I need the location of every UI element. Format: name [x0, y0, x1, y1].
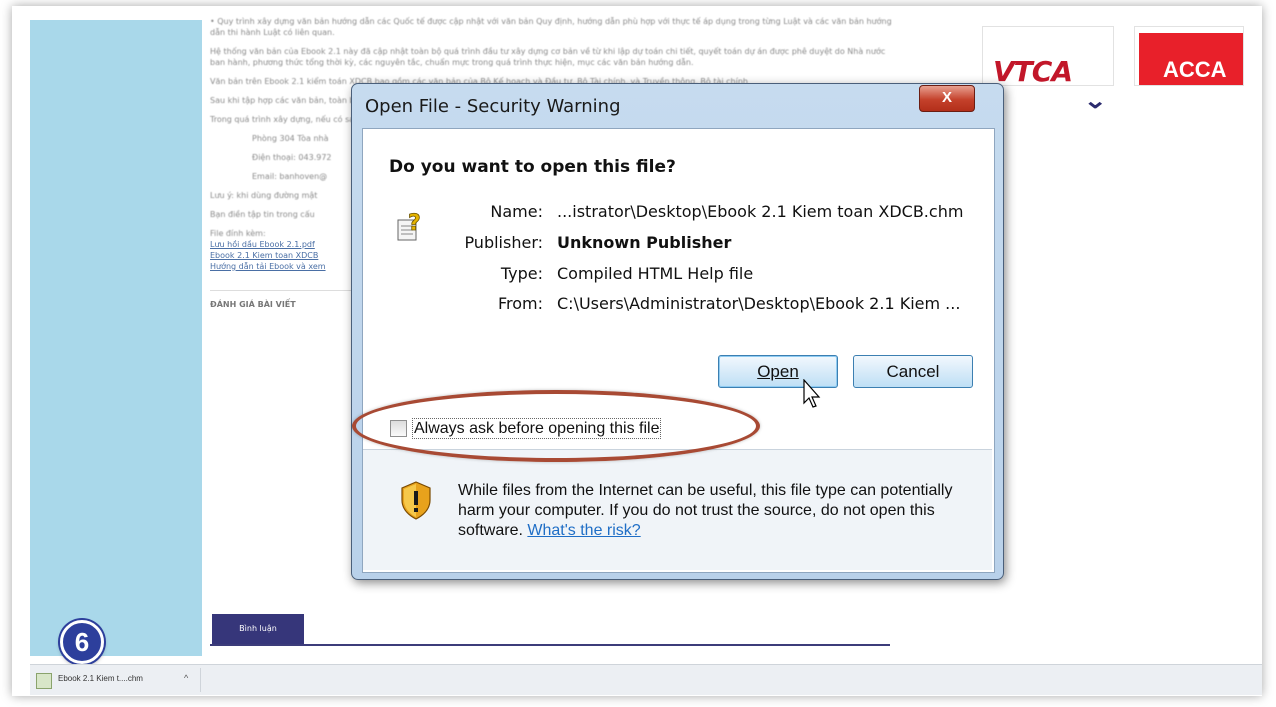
- article-paragraph: • Quy trình xây dựng văn bản hướng dẫn c…: [210, 17, 892, 37]
- warning-panel: While files from the Internet can be use…: [363, 450, 992, 570]
- tab-comments[interactable]: Bình luận: [212, 614, 304, 644]
- article-paragraph: Hệ thống văn bản của Ebook 2.1 này đã cậ…: [210, 47, 886, 67]
- dialog-body: Do you want to open this file? ? Name: .…: [362, 128, 995, 573]
- name-value: ...istrator\Desktop\Ebook 2.1 Kiem toan …: [557, 202, 964, 221]
- from-label: From:: [497, 294, 543, 313]
- from-value: C:\Users\Administrator\Desktop\Ebook 2.1…: [557, 294, 961, 313]
- type-value: Compiled HTML Help file: [557, 264, 754, 283]
- shield-warning-icon: [401, 481, 431, 520]
- dialog-title: Open File - Security Warning: [365, 96, 621, 117]
- close-button[interactable]: X: [919, 85, 975, 112]
- comment-tab-bar: Bình luận: [210, 614, 890, 646]
- vtca-logo-text: VTCA: [993, 55, 1073, 86]
- vtca-logo[interactable]: VTCA: [982, 26, 1114, 86]
- mouse-pointer-icon: [803, 379, 821, 408]
- chevron-down-icon[interactable]: ⌄: [1083, 88, 1107, 114]
- step-badge: 6: [60, 620, 104, 664]
- chevron-up-icon[interactable]: ^: [184, 673, 188, 683]
- security-warning-dialog: Open File - Security Warning X Do you wa…: [351, 83, 1004, 580]
- publisher-label: Publisher:: [464, 233, 543, 252]
- download-file-label: Ebook 2.1 Kiem t....chm: [58, 674, 143, 683]
- left-sidebar: [30, 20, 202, 656]
- dialog-question: Do you want to open this file?: [389, 157, 676, 177]
- publisher-value: Unknown Publisher: [557, 233, 732, 252]
- open-button-label: Open: [757, 362, 799, 381]
- download-bar: Ebook 2.1 Kiem t....chm ^: [30, 664, 1262, 695]
- acca-logo-text: ACCA: [1163, 57, 1227, 82]
- warning-text: While files from the Internet can be use…: [458, 481, 978, 541]
- chm-file-icon: [36, 673, 52, 689]
- whats-the-risk-link[interactable]: What's the risk?: [527, 522, 640, 539]
- annotation-ellipse: [352, 390, 760, 462]
- download-item[interactable]: Ebook 2.1 Kiem t....chm ^: [34, 668, 201, 692]
- name-label: Name:: [490, 202, 543, 221]
- acca-logo[interactable]: ACCA: [1134, 26, 1244, 86]
- cancel-button[interactable]: Cancel: [853, 355, 973, 388]
- type-label: Type:: [500, 264, 543, 283]
